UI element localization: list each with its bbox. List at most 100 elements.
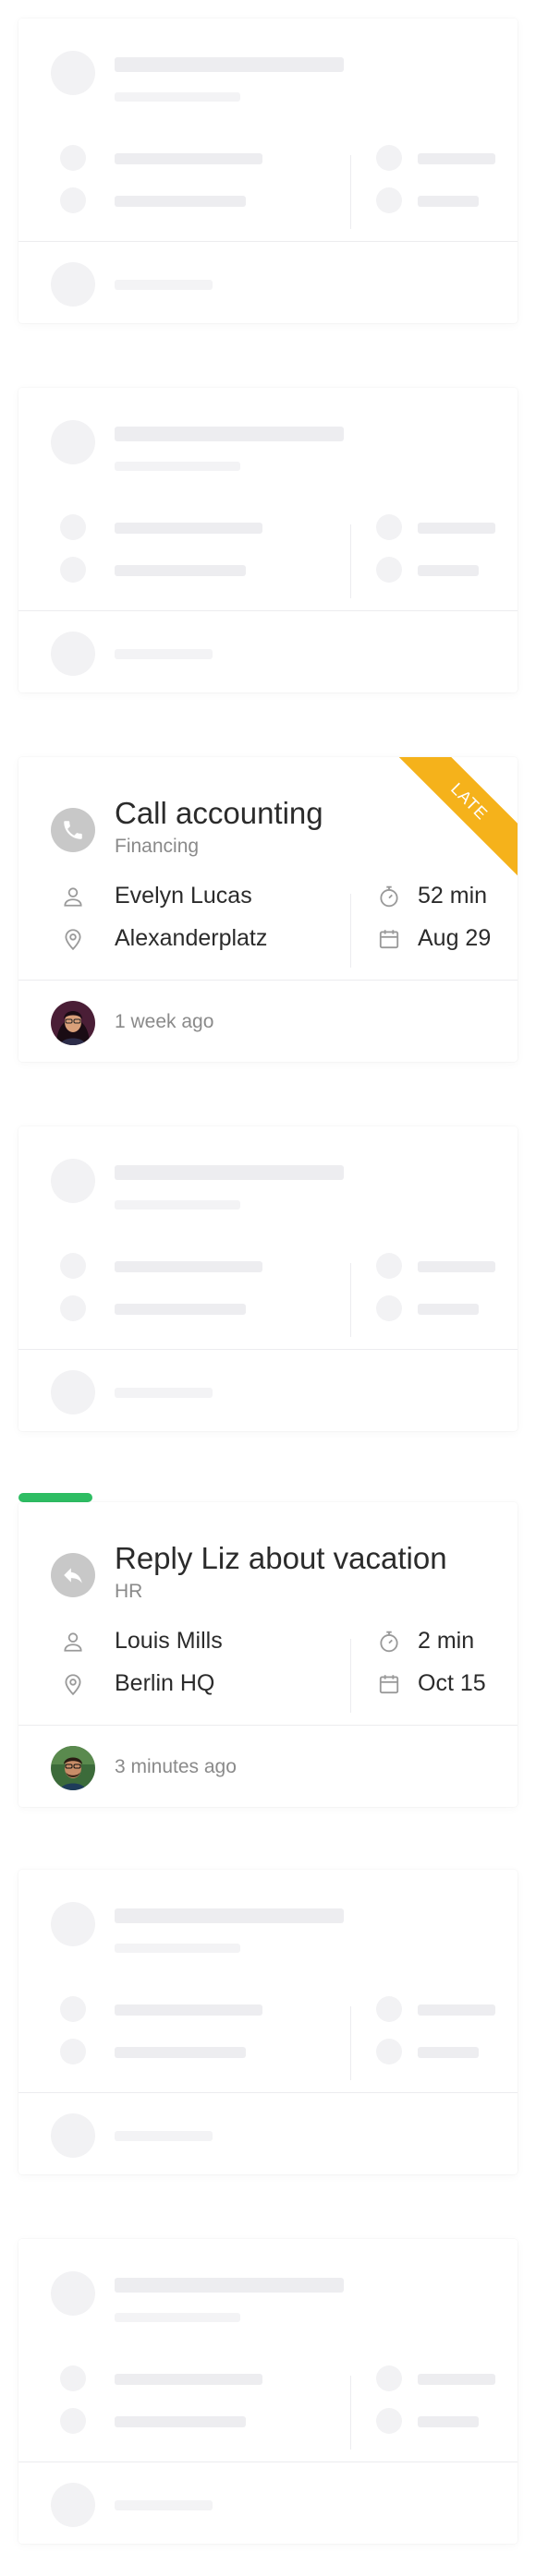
avatar[interactable] bbox=[51, 1001, 95, 1045]
skeleton-icon bbox=[376, 2365, 402, 2391]
skeleton-task-card bbox=[18, 1126, 518, 1431]
skeleton-avatar bbox=[51, 1159, 95, 1203]
skeleton-subtitle-bar bbox=[115, 92, 240, 102]
skeleton-text-bar bbox=[115, 2004, 262, 2016]
task-duration: 52 min bbox=[418, 883, 488, 909]
card-vertical-divider bbox=[350, 155, 351, 229]
skeleton-icon bbox=[376, 2408, 402, 2434]
skeleton-text-bar bbox=[115, 2416, 246, 2427]
task-location: Alexanderplatz bbox=[115, 925, 268, 951]
skeleton-icon bbox=[376, 1295, 402, 1321]
skeleton-footer-bar bbox=[115, 280, 213, 290]
skeleton-text-bar bbox=[418, 2374, 495, 2385]
skeleton-footer-bar bbox=[115, 2500, 213, 2510]
skeleton-icon bbox=[60, 557, 86, 583]
card-vertical-divider bbox=[350, 524, 351, 598]
skeleton-title-bar bbox=[115, 1165, 344, 1180]
skeleton-avatar bbox=[51, 1902, 95, 1946]
skeleton-avatar bbox=[51, 2483, 95, 2527]
skeleton-title-bar bbox=[115, 1908, 344, 1923]
skeleton-icon bbox=[376, 145, 402, 171]
person-icon bbox=[60, 884, 86, 909]
calendar-icon bbox=[376, 1671, 402, 1697]
skeleton-text-bar bbox=[418, 2004, 495, 2016]
skeleton-icon bbox=[376, 1996, 402, 2022]
skeleton-avatar bbox=[51, 51, 95, 95]
skeleton-subtitle-bar bbox=[115, 1944, 240, 1953]
location-pin-icon bbox=[60, 1671, 86, 1697]
stopwatch-icon bbox=[376, 1629, 402, 1655]
skeleton-text-bar bbox=[115, 2374, 262, 2385]
card-vertical-divider bbox=[350, 2376, 351, 2450]
skeleton-icon bbox=[376, 2039, 402, 2064]
skeleton-avatar bbox=[51, 2113, 95, 2158]
skeleton-subtitle-bar bbox=[115, 2313, 240, 2322]
skeleton-task-card bbox=[18, 388, 518, 692]
card-horizontal-divider bbox=[18, 2092, 518, 2093]
skeleton-text-bar bbox=[115, 565, 246, 576]
skeleton-text-bar bbox=[115, 523, 262, 534]
skeleton-subtitle-bar bbox=[115, 462, 240, 471]
skeleton-title-bar bbox=[115, 427, 344, 441]
skeleton-title-bar bbox=[115, 2278, 344, 2293]
location-pin-icon bbox=[60, 926, 86, 952]
skeleton-avatar bbox=[51, 632, 95, 676]
card-vertical-divider bbox=[350, 2006, 351, 2080]
card-horizontal-divider bbox=[18, 241, 518, 242]
task-title[interactable]: Call accounting bbox=[115, 796, 323, 831]
task-date: Oct 15 bbox=[418, 1670, 486, 1696]
skeleton-icon bbox=[60, 514, 86, 540]
task-title[interactable]: Reply Liz about vacation bbox=[115, 1541, 447, 1576]
skeleton-task-card bbox=[18, 2239, 518, 2544]
card-vertical-divider bbox=[350, 894, 351, 968]
skeleton-task-card bbox=[18, 18, 518, 323]
reply-icon bbox=[51, 1553, 95, 1597]
card-horizontal-divider bbox=[18, 980, 518, 981]
task-assignee: Evelyn Lucas bbox=[115, 883, 252, 909]
skeleton-text-bar bbox=[115, 1304, 246, 1315]
skeleton-text-bar bbox=[418, 1304, 479, 1315]
skeleton-text-bar bbox=[115, 196, 246, 207]
skeleton-task-card bbox=[18, 1870, 518, 2174]
task-card-call-accounting[interactable]: LATE Call accounting Financing Evelyn Lu… bbox=[18, 757, 518, 1062]
card-horizontal-divider bbox=[18, 1725, 518, 1726]
task-date: Aug 29 bbox=[418, 925, 492, 951]
skeleton-footer-bar bbox=[115, 1388, 213, 1398]
task-updated-time: 3 minutes ago bbox=[115, 1756, 237, 1777]
card-horizontal-divider bbox=[18, 1349, 518, 1350]
skeleton-text-bar bbox=[418, 1261, 495, 1272]
skeleton-text-bar bbox=[115, 153, 262, 164]
skeleton-icon bbox=[60, 1996, 86, 2022]
skeleton-icon bbox=[60, 1295, 86, 1321]
skeleton-icon bbox=[60, 1253, 86, 1279]
skeleton-icon bbox=[60, 145, 86, 171]
skeleton-avatar bbox=[51, 2271, 95, 2316]
card-vertical-divider bbox=[350, 1263, 351, 1337]
calendar-icon bbox=[376, 926, 402, 952]
skeleton-text-bar bbox=[418, 565, 479, 576]
skeleton-avatar bbox=[51, 420, 95, 464]
skeleton-footer-bar bbox=[115, 2131, 213, 2141]
task-updated-time: 1 week ago bbox=[115, 1011, 214, 1032]
task-card-reply-liz[interactable]: Reply Liz about vacation HR Louis Mills … bbox=[18, 1502, 518, 1807]
avatar[interactable] bbox=[51, 1746, 95, 1790]
task-category: Financing bbox=[115, 836, 200, 857]
skeleton-text-bar bbox=[418, 2047, 479, 2058]
skeleton-icon bbox=[60, 2408, 86, 2434]
skeleton-icon bbox=[376, 187, 402, 213]
skeleton-icon bbox=[376, 1253, 402, 1279]
skeleton-text-bar bbox=[115, 1261, 262, 1272]
phone-icon bbox=[51, 808, 95, 852]
task-assignee: Louis Mills bbox=[115, 1628, 223, 1654]
late-badge: LATE bbox=[388, 757, 518, 886]
skeleton-text-bar bbox=[418, 523, 495, 534]
skeleton-text-bar bbox=[418, 2416, 479, 2427]
late-ribbon: LATE bbox=[388, 757, 518, 886]
skeleton-title-bar bbox=[115, 57, 344, 72]
card-vertical-divider bbox=[350, 1639, 351, 1713]
skeleton-text-bar bbox=[115, 2047, 246, 2058]
stopwatch-icon bbox=[376, 884, 402, 909]
card-horizontal-divider bbox=[18, 610, 518, 611]
task-duration: 2 min bbox=[418, 1628, 475, 1654]
skeleton-footer-bar bbox=[115, 649, 213, 659]
